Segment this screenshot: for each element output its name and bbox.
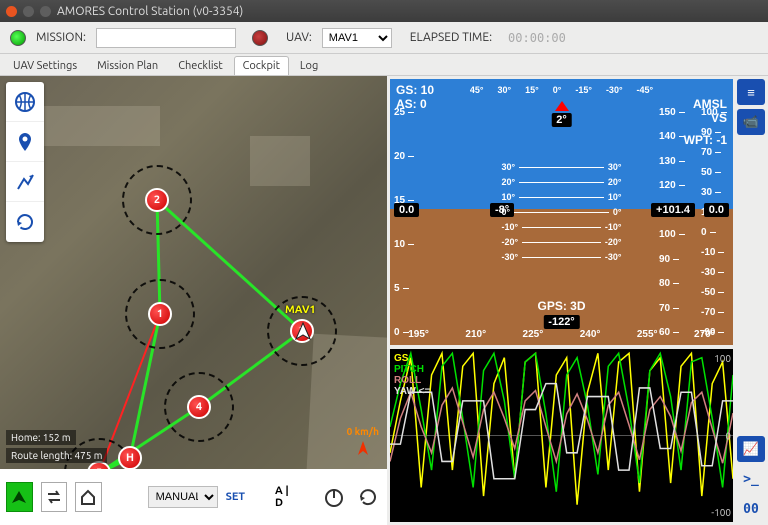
yaw-box: -122° xyxy=(543,315,579,329)
vs-tape: 10090705030100-10-30-50-70-90 xyxy=(701,107,729,329)
chart-ytick-top: 100 xyxy=(714,353,731,364)
chart-ytick-bot: -100 xyxy=(711,507,731,518)
vs-box: 0.0 xyxy=(704,203,729,217)
map-side-tools xyxy=(6,82,44,242)
telemetry-chart: GSPITCHROLLYAW <= 100 0 -100 xyxy=(390,349,733,522)
pin-button[interactable] xyxy=(6,122,44,162)
chart-ytick-mid: 0 xyxy=(725,430,731,441)
tab-uav-settings[interactable]: UAV Settings xyxy=(4,56,86,75)
uav-marker-icon xyxy=(292,321,314,343)
right-icon-bar: ≡ 📹 📈 >_ 00 xyxy=(737,79,765,522)
roll-pointer-icon xyxy=(555,101,569,111)
launch-button[interactable] xyxy=(6,482,33,512)
elapsed-label: ELAPSED TIME: xyxy=(410,31,492,44)
speed-tape: 2520151050 xyxy=(394,107,426,329)
speed-box: 0.0 xyxy=(394,203,419,217)
ad-toggle[interactable]: A | D xyxy=(275,485,296,509)
window-title: AMORES Control Station (v0-3354) xyxy=(57,5,243,18)
globe-button[interactable] xyxy=(6,82,44,122)
map-view[interactable]: 12345H MAV1 0 km/h Home: 152 m Route len… xyxy=(0,76,387,469)
top-toolbar: MISSION: UAV: MAV1 ELAPSED TIME: 00:00:0… xyxy=(0,22,768,54)
window-close-icon[interactable] xyxy=(6,6,17,17)
loop-icon xyxy=(45,488,63,506)
pitch-ladder: 30°30°20°20°10°10°0°0°-10°-10°-20°-20°-3… xyxy=(502,157,622,267)
uav-select[interactable]: MAV1 xyxy=(322,28,392,48)
camera-icon: 📹 xyxy=(743,114,759,130)
chart-button[interactable]: 📈 xyxy=(737,436,765,462)
list-icon: ≡ xyxy=(747,85,755,100)
altitude-tape: 15014013012011010090807060 xyxy=(659,107,691,329)
uav-marker-label: MAV1 xyxy=(285,304,316,316)
roll-scale: 45°30°15°0°-15°-30°-45° xyxy=(470,85,653,95)
mission-label: MISSION: xyxy=(36,31,86,44)
pin-icon xyxy=(14,131,36,153)
record-status-icon xyxy=(252,30,268,46)
tab-checklist[interactable]: Checklist xyxy=(169,56,231,75)
refresh-button[interactable] xyxy=(6,202,44,242)
elapsed-value: 00:00:00 xyxy=(502,31,566,45)
tab-log[interactable]: Log xyxy=(291,56,327,75)
content: 12345H MAV1 0 km/h Home: 152 m Route len… xyxy=(0,76,768,525)
power-icon xyxy=(323,486,345,508)
primary-flight-display: GS: 10 AS: 0 AMSL VS WPT: -1 45°30°15°0°… xyxy=(390,79,733,345)
map-bottom-bar: MANUAL SET A | D xyxy=(0,469,387,525)
tab-bar: UAV Settings Mission Plan Checklist Cock… xyxy=(0,54,768,76)
route-icon xyxy=(14,171,36,193)
globe-icon xyxy=(14,91,36,113)
alt-box: +101.4 xyxy=(651,203,695,217)
gs-label: GS: 10 xyxy=(396,83,434,97)
north-arrow-icon xyxy=(354,439,372,459)
chart-legend: GSPITCHROLLYAW <= xyxy=(394,353,430,397)
cycle-button[interactable] xyxy=(355,482,381,512)
map-panel: 12345H MAV1 0 km/h Home: 152 m Route len… xyxy=(0,76,387,525)
compass-strip: 195°210°225°240°255°270° xyxy=(390,329,733,343)
gps-label: GPS: 3D xyxy=(537,299,585,313)
home-icon xyxy=(79,488,97,506)
home-button[interactable] xyxy=(75,482,102,512)
home-distance: Home: 152 m xyxy=(6,430,76,445)
waypoint-2[interactable]: 2 xyxy=(145,188,169,212)
connection-status-icon xyxy=(10,30,26,46)
chart-icon: 📈 xyxy=(743,441,759,457)
uav-label: UAV: xyxy=(286,31,312,44)
tab-mission-plan[interactable]: Mission Plan xyxy=(88,56,167,75)
refresh-icon xyxy=(14,211,36,233)
tab-cockpit[interactable]: Cockpit xyxy=(234,56,289,75)
camera-button[interactable]: 📹 xyxy=(737,109,765,135)
terminal-button[interactable]: >_ xyxy=(737,466,765,492)
list-button[interactable]: ≡ xyxy=(737,79,765,105)
power-button[interactable] xyxy=(320,482,346,512)
terminal-icon: >_ xyxy=(743,472,759,487)
speed-indicator: 0 km/h xyxy=(347,426,379,459)
titlebar: AMORES Control Station (v0-3354) xyxy=(0,0,768,22)
waypoint-1[interactable]: 1 xyxy=(148,302,172,326)
set-button[interactable]: SET xyxy=(226,491,245,503)
window-minimize-icon[interactable] xyxy=(23,6,34,17)
right-panel: GS: 10 AS: 0 AMSL VS WPT: -1 45°30°15°0°… xyxy=(387,76,768,525)
zero-button[interactable]: 00 xyxy=(737,496,765,522)
route-length: Route length: 475 m xyxy=(6,448,107,463)
heading-box: 2° xyxy=(551,113,572,127)
window-maximize-icon[interactable] xyxy=(40,6,51,17)
chart-lines xyxy=(390,349,733,522)
mission-input[interactable] xyxy=(96,28,236,48)
cycle-icon xyxy=(357,486,379,508)
loop-button[interactable] xyxy=(41,482,68,512)
launch-icon xyxy=(10,488,28,506)
waypoint-4[interactable]: 4 xyxy=(187,395,211,419)
route-button[interactable] xyxy=(6,162,44,202)
zero-label: 00 xyxy=(743,502,759,517)
waypoint-H[interactable]: H xyxy=(118,446,142,469)
mode-select[interactable]: MANUAL xyxy=(148,486,218,508)
